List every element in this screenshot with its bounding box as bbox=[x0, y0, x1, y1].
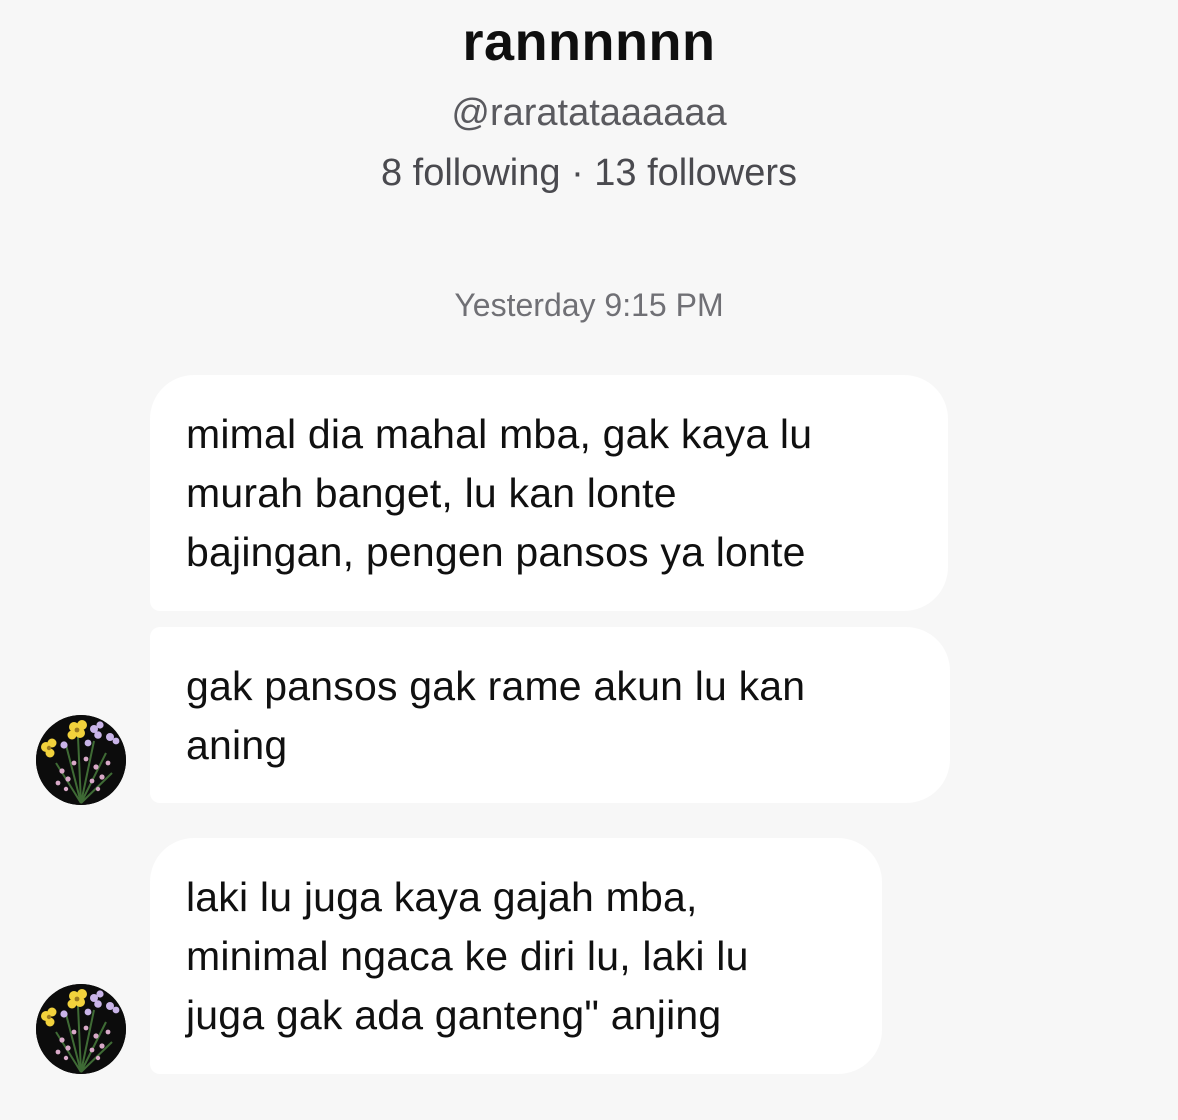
message-line: murah banget, lu kan lonte bbox=[186, 470, 677, 516]
message-line: mimal dia mahal mba, gak kaya lu bbox=[186, 411, 813, 457]
profile-display-name[interactable]: rannnnnn bbox=[0, 10, 1178, 74]
sender-avatar[interactable] bbox=[36, 984, 126, 1074]
message-line: juga gak ada ganteng" anjing bbox=[186, 992, 722, 1038]
message-bubble[interactable]: gak pansos gak rame akun lu kan aning bbox=[150, 627, 950, 803]
sender-avatar[interactable] bbox=[36, 715, 126, 805]
profile-follow-stats: 8 following · 13 followers bbox=[380, 152, 798, 194]
message-line: gak pansos gak rame akun lu kan bbox=[186, 663, 806, 709]
flower-bouquet-avatar-icon bbox=[36, 984, 126, 1074]
flower-bouquet-avatar-icon bbox=[36, 715, 126, 805]
message-line: bajingan, pengen pansos ya lonte bbox=[186, 529, 806, 575]
message-line: laki lu juga kaya gajah mba, bbox=[186, 874, 698, 920]
message-line: minimal ngaca ke diri lu, laki lu bbox=[186, 933, 749, 979]
profile-username[interactable]: @raratataaaaaa bbox=[0, 90, 1178, 136]
message-timestamp: Yesterday 9:15 PM bbox=[454, 287, 724, 323]
message-line: aning bbox=[186, 722, 288, 768]
message-bubble[interactable]: laki lu juga kaya gajah mba, minimal nga… bbox=[150, 838, 882, 1074]
message-bubble[interactable]: mimal dia mahal mba, gak kaya lu murah b… bbox=[150, 375, 948, 611]
